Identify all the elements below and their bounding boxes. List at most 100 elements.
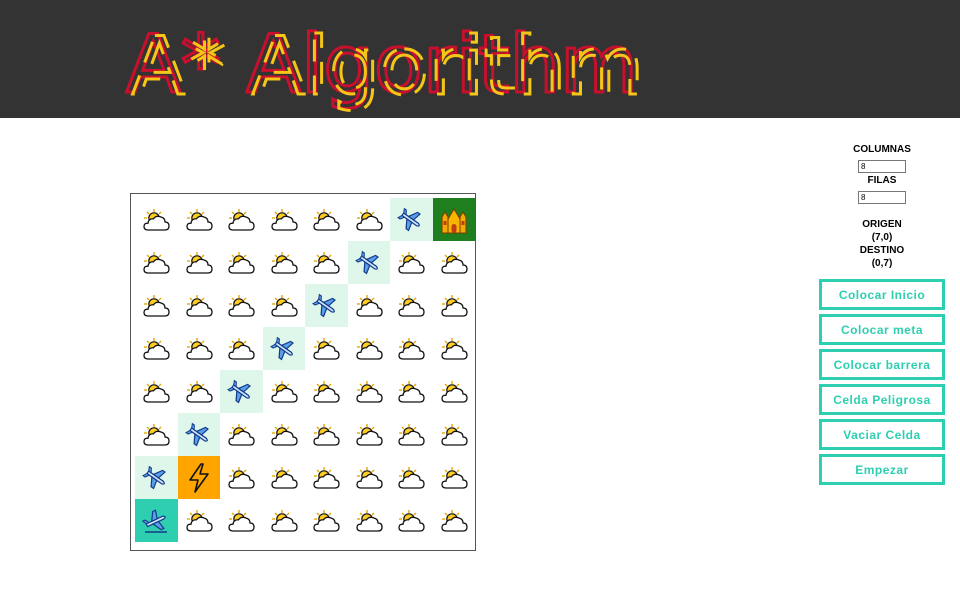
grid-cell-3-3[interactable] [262, 327, 305, 370]
sun-behind-cloud-icon [226, 207, 256, 233]
grid-cell-3-7[interactable] [433, 327, 476, 370]
grid-cell-1-1[interactable] [178, 241, 221, 284]
grid-cell-5-2[interactable] [220, 413, 263, 456]
place-barrier-button[interactable]: Colocar barrera [819, 349, 945, 380]
sun-behind-cloud-icon [311, 207, 341, 233]
grid-cell-2-1[interactable] [178, 284, 221, 327]
airplane-icon [397, 207, 425, 233]
grid-cell-0-7[interactable] [432, 198, 475, 241]
grid-cell-4-6[interactable] [390, 370, 433, 413]
sun-behind-cloud-icon [354, 207, 384, 233]
rows-input[interactable] [858, 191, 906, 204]
grid-cell-3-6[interactable] [390, 327, 433, 370]
grid-cell-2-2[interactable] [220, 284, 263, 327]
grid-cell-0-2[interactable] [220, 198, 263, 241]
sun-behind-cloud-icon [311, 336, 341, 362]
origin-value: (7,0) [871, 232, 893, 243]
destination-value: (0,7) [871, 258, 893, 269]
grid-cell-1-3[interactable] [263, 241, 306, 284]
grid-cell-1-6[interactable] [390, 241, 433, 284]
grid-cell-7-0[interactable] [135, 499, 178, 542]
danger-cell-button[interactable]: Celda Peligrosa [819, 384, 945, 415]
grid-cell-4-3[interactable] [263, 370, 306, 413]
grid-cell-1-0[interactable] [135, 241, 178, 284]
clear-cell-button[interactable]: Vaciar Celda [819, 419, 945, 450]
grid-cell-2-4[interactable] [305, 284, 348, 327]
grid-cell-6-7[interactable] [433, 456, 476, 499]
grid-cell-5-5[interactable] [348, 413, 391, 456]
grid-cell-0-3[interactable] [263, 198, 306, 241]
grid-cell-2-6[interactable] [390, 284, 433, 327]
grid-cell-7-2[interactable] [220, 499, 263, 542]
castle-icon [439, 205, 469, 235]
sun-behind-cloud-icon [354, 508, 384, 534]
grid-cell-4-0[interactable] [135, 370, 178, 413]
grid-cell-6-2[interactable] [220, 456, 263, 499]
grid-cell-5-1[interactable] [177, 413, 220, 456]
sun-behind-cloud-icon [269, 379, 299, 405]
grid-cell-4-5[interactable] [348, 370, 391, 413]
grid-cell-2-3[interactable] [263, 284, 306, 327]
grid-cell-4-2[interactable] [220, 370, 263, 413]
grid-cell-0-6[interactable] [390, 198, 433, 241]
grid-cell-5-4[interactable] [305, 413, 348, 456]
grid-cell-6-4[interactable] [305, 456, 348, 499]
grid-cell-6-0[interactable] [135, 456, 178, 499]
grid-cell-1-7[interactable] [433, 241, 476, 284]
sun-behind-cloud-icon [439, 250, 469, 276]
sun-behind-cloud-icon [396, 508, 426, 534]
sun-behind-cloud-icon [141, 293, 171, 319]
grid-cell-6-1[interactable] [177, 456, 220, 499]
grid-cell-1-2[interactable] [220, 241, 263, 284]
grid-cell-5-6[interactable] [390, 413, 433, 456]
sun-behind-cloud-icon [269, 508, 299, 534]
grid-cell-5-7[interactable] [433, 413, 476, 456]
place-start-button[interactable]: Colocar Inicio [819, 279, 945, 310]
grid-cell-7-6[interactable] [390, 499, 433, 542]
grid-cell-0-0[interactable] [135, 198, 178, 241]
grid-cell-7-4[interactable] [305, 499, 348, 542]
grid-cell-0-4[interactable] [305, 198, 348, 241]
grid-cell-3-2[interactable] [220, 327, 263, 370]
grid-cell-3-5[interactable] [348, 327, 391, 370]
place-goal-button[interactable]: Colocar meta [819, 314, 945, 345]
grid-cell-3-4[interactable] [305, 327, 348, 370]
grid-cell-2-0[interactable] [135, 284, 178, 327]
grid-cell-1-4[interactable] [305, 241, 348, 284]
sun-behind-cloud-icon [184, 336, 214, 362]
sun-behind-cloud-icon [226, 465, 256, 491]
grid-cell-0-1[interactable] [178, 198, 221, 241]
grid-cell-3-0[interactable] [135, 327, 178, 370]
sun-behind-cloud-icon [269, 465, 299, 491]
grid-cell-2-5[interactable] [348, 284, 391, 327]
grid [135, 198, 475, 542]
columns-input[interactable] [858, 160, 906, 173]
grid-cell-7-3[interactable] [263, 499, 306, 542]
airplane-icon [269, 336, 298, 362]
sun-behind-cloud-icon [269, 207, 299, 233]
sun-behind-cloud-icon [396, 465, 426, 491]
grid-cell-3-1[interactable] [178, 327, 221, 370]
grid-cell-4-7[interactable] [433, 370, 476, 413]
grid-cell-4-4[interactable] [305, 370, 348, 413]
grid-cell-2-7[interactable] [433, 284, 476, 327]
grid-cell-1-5[interactable] [347, 241, 390, 284]
sun-behind-cloud-icon [396, 250, 426, 276]
grid-cell-7-5[interactable] [348, 499, 391, 542]
start-button[interactable]: Empezar [819, 454, 945, 485]
grid-cell-7-7[interactable] [433, 499, 476, 542]
header-bar: A* Algorithm A* Algorithm [0, 0, 960, 118]
grid-cell-6-5[interactable] [348, 456, 391, 499]
airplane-icon [227, 379, 255, 405]
grid-cell-5-3[interactable] [263, 413, 306, 456]
grid-cell-7-1[interactable] [178, 499, 221, 542]
sun-behind-cloud-icon [184, 293, 214, 319]
action-buttons: Colocar Inicio Colocar meta Colocar barr… [819, 279, 945, 489]
grid-cell-5-0[interactable] [135, 413, 178, 456]
grid-cell-6-3[interactable] [263, 456, 306, 499]
grid-cell-6-6[interactable] [390, 456, 433, 499]
grid-cell-4-1[interactable] [178, 370, 221, 413]
grid-cell-0-5[interactable] [348, 198, 391, 241]
sun-behind-cloud-icon [184, 379, 214, 405]
sun-behind-cloud-icon [354, 293, 384, 319]
